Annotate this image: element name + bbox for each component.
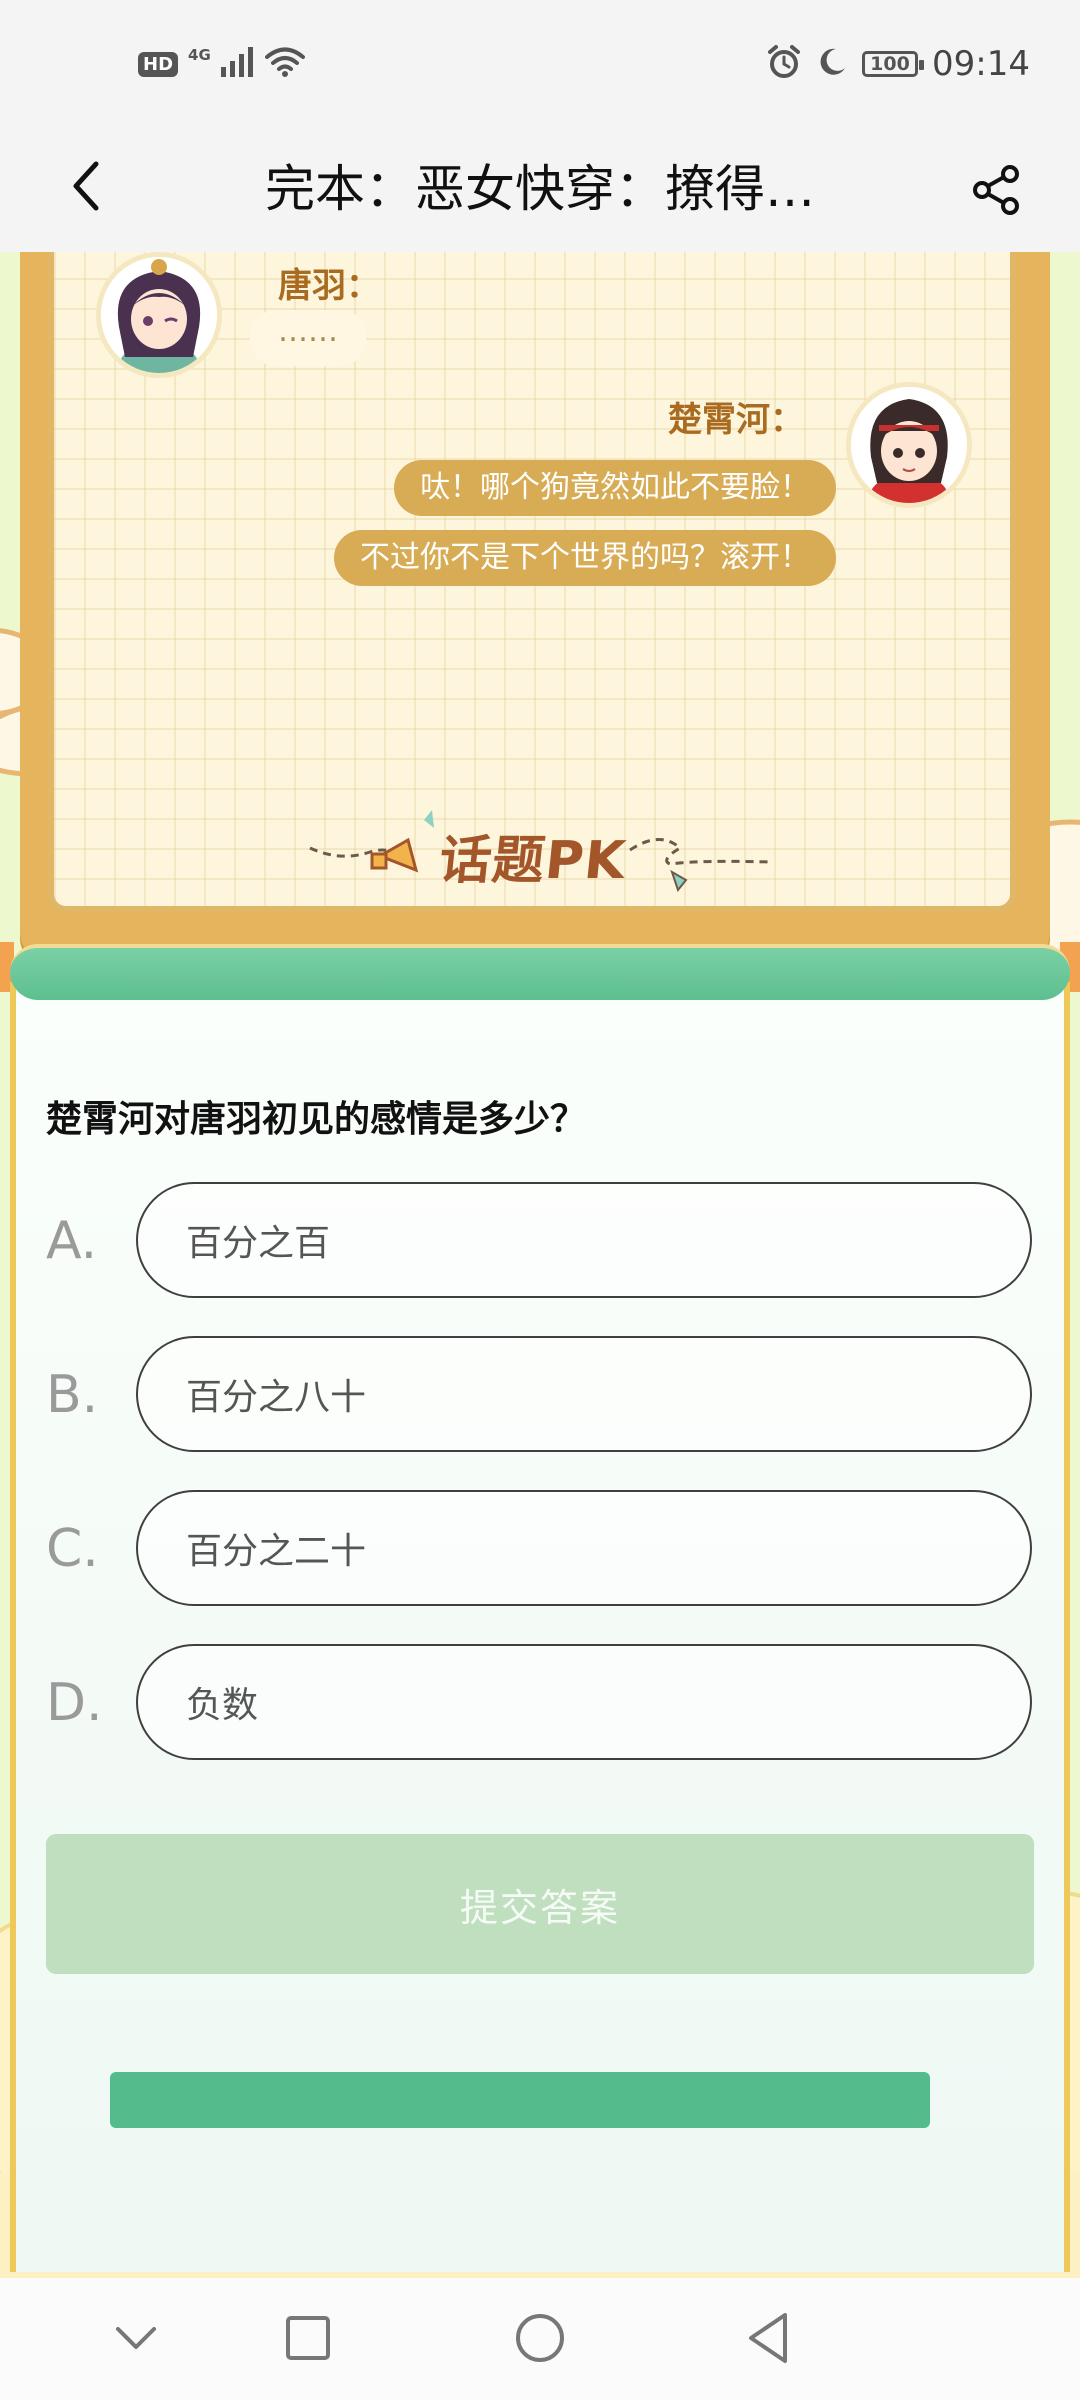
share-icon <box>970 164 1022 220</box>
status-left-group: HD 4G <box>138 42 305 86</box>
page-title: 完本：恶女快穿：撩得… <box>265 160 815 218</box>
chevron-left-icon <box>66 156 106 220</box>
option-b-label: 百分之八十 <box>186 1377 367 1418</box>
wifi-icon <box>264 46 305 82</box>
app-header: 完本：恶女快穿：撩得… <box>0 126 1080 253</box>
section-title: 话题PK <box>436 831 629 891</box>
option-a-letter: A. <box>46 1211 98 1271</box>
content-area: 唐羽： …… 楚霄河： 呔！哪个狗竟然如此不要脸！ 不过你不是下个世界的吗？滚开… <box>0 252 1080 2278</box>
speaker-name-tangyu: 唐羽： <box>278 266 380 306</box>
option-d[interactable]: 负数 <box>136 1644 1032 1760</box>
nav-back-button[interactable] <box>736 2308 800 2372</box>
hd-badge: HD <box>138 51 179 77</box>
avatar-tangyu <box>96 252 222 378</box>
message-chuxiaohe-1: 呔！哪个狗竟然如此不要脸！ <box>394 460 836 516</box>
submit-answer-button[interactable]: 提交答案 <box>46 1834 1034 1974</box>
alarm-icon <box>766 44 802 84</box>
message-tangyu: …… <box>250 310 366 366</box>
moon-icon <box>816 46 848 82</box>
chevron-down-icon <box>114 2323 158 2357</box>
triangle-back-icon <box>743 2311 793 2369</box>
circle-icon <box>513 2311 567 2369</box>
option-c-label: 百分之二十 <box>186 1531 367 1572</box>
quiz-card-bottom-bar <box>110 2072 930 2128</box>
megaphone-icon <box>370 837 419 873</box>
avatar-chuxiaohe <box>846 382 972 508</box>
option-c[interactable]: 百分之二十 <box>136 1490 1032 1606</box>
nav-recents-button[interactable] <box>276 2308 340 2372</box>
section-header: 话题PK <box>300 800 780 900</box>
share-button[interactable] <box>960 156 1032 228</box>
status-right-group: 100 09:14 <box>766 40 1030 88</box>
speaker-name-chuxiaohe: 楚霄河： <box>668 400 804 440</box>
option-c-letter: C. <box>46 1519 99 1579</box>
option-a-label: 百分之百 <box>186 1223 331 1264</box>
message-chuxiaohe-2: 不过你不是下个世界的吗？滚开！ <box>334 530 836 586</box>
option-d-label: 负数 <box>186 1685 259 1726</box>
nav-hide-keyboard-button[interactable] <box>104 2308 168 2372</box>
option-a[interactable]: 百分之百 <box>136 1182 1032 1298</box>
square-icon <box>284 2314 332 2366</box>
option-b[interactable]: 百分之八十 <box>136 1336 1032 1452</box>
quiz-question: 楚霄河对唐羽初见的感情是多少？ <box>46 1099 587 1140</box>
signal-icon <box>220 47 255 81</box>
battery-indicator: 100 <box>862 51 925 77</box>
option-d-letter: D. <box>46 1673 103 1733</box>
clock: 09:14 <box>932 44 1030 84</box>
network-type: 4G <box>188 46 211 64</box>
quiz-card-top-bar <box>10 944 1070 1000</box>
status-bar: HD 4G 100 09:14 <box>0 0 1080 126</box>
system-nav-bar <box>0 2278 1080 2400</box>
option-b-letter: B. <box>46 1365 99 1425</box>
nav-home-button[interactable] <box>508 2308 572 2372</box>
back-button[interactable] <box>50 148 122 228</box>
